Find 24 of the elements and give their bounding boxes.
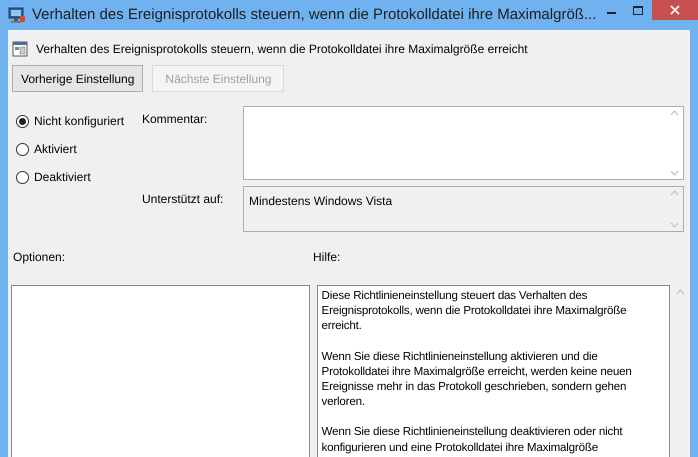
radio-label: Deaktiviert <box>34 169 91 186</box>
nav-button[interactable]: Vorherige Einstellung <box>12 65 144 92</box>
help-paragraph: Wenn Sie diese Richtlinieneinstellung aktivieren und die Protokolldatei ihre Maximalgröße erreicht, werden keine neuen Ereignisse mehr in das Protokoll geschrieben, sondern gehen verloren. <box>322 348 633 410</box>
supported-label: Unterstützt auf: <box>142 191 224 208</box>
help-label: Hilfe: <box>313 249 340 266</box>
radio-option[interactable]: Deaktiviert <box>16 168 142 186</box>
radio-button[interactable] <box>16 114 29 128</box>
setting-title: Verhalten des Ereignisprotokolls steuern, wenn die Protokolldatei ihre Maximalgröße erreicht <box>36 41 528 58</box>
help-paragraph: Diese Richtlinieneinstellung steuert das Verhalten des Ereignisprotokolls, wenn die Protokolldatei ihre Maximalgröße erreicht. <box>322 288 628 334</box>
supported-value: Mindestens Windows Vista <box>248 193 394 210</box>
window-title: Verhalten des Ereignisprotokolls steuern, wenn die Protokolldatei ihre Maximalgröß... <box>32 4 598 25</box>
radio-button[interactable] <box>16 170 29 184</box>
policy-icon <box>12 41 28 57</box>
close-button[interactable] <box>652 0 698 20</box>
radio-button[interactable] <box>16 142 29 156</box>
radio-label: Aktiviert <box>34 141 77 158</box>
radio-label: Nicht konfiguriert <box>34 113 124 130</box>
comment-label: Kommentar: <box>142 111 208 128</box>
radio-option[interactable]: Aktiviert <box>16 140 142 158</box>
computer-icon <box>8 7 26 23</box>
radio-option[interactable]: Nicht konfiguriert <box>16 112 142 130</box>
close-icon <box>670 5 680 15</box>
help-paragraph: Wenn Sie diese Richtlinieneinstellung deaktivieren oder nicht konfigurieren und eine Protokolldatei ihre Maximalgröße <box>322 424 624 455</box>
options-label: Optionen: <box>12 249 66 266</box>
